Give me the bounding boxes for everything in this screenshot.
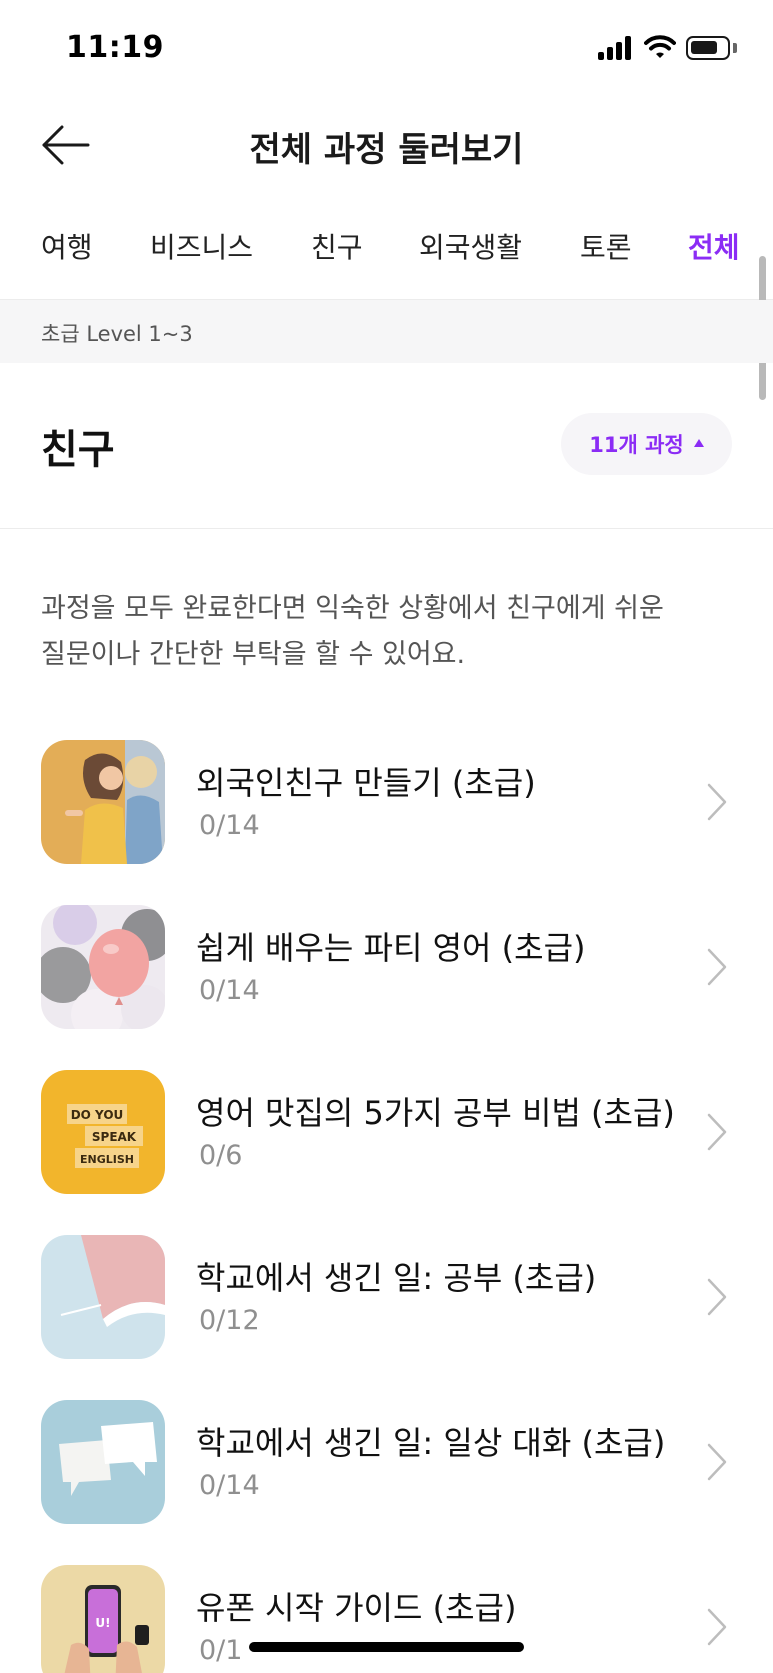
course-item[interactable]: 학교에서 생긴 일: 공부 (초급) 0/12 [0,1235,773,1359]
category-tabs: 여행 비즈니스 친구 외국생활 토론 전체 [0,220,773,300]
tab-travel[interactable]: 여행 [41,226,93,266]
course-progress: 0/12 [199,1305,260,1336]
tab-debate[interactable]: 토론 [580,226,632,266]
battery-tip [733,43,737,53]
course-thumbnail [41,740,165,864]
tab-friends[interactable]: 친구 [311,226,363,266]
course-progress: 0/14 [199,1470,260,1501]
notebook-photo [41,1235,165,1359]
section-title: 친구 [41,427,115,473]
level-label: 초급 Level 1~3 [41,322,193,346]
level-band: 초급 Level 1~3 [0,300,773,363]
thumb-text: SPEAK [92,1130,137,1144]
description-line: 질문이나 간단한 부탁을 할 수 있어요. [41,639,466,670]
thumb-text: DO YOU [71,1108,124,1122]
speech-bubbles-photo [41,1400,165,1524]
course-progress: 0/6 [199,1140,243,1171]
wifi-icon [644,35,676,58]
course-item[interactable]: 쉽게 배우는 파티 영어 (초급) 0/14 [0,905,773,1029]
description-line: 과정을 모두 완료한다면 익숙한 상황에서 친구에게 쉬운 [41,593,664,624]
course-item[interactable]: U! 유폰 시작 가이드 (초급) 0/1 [0,1565,773,1673]
course-item[interactable]: DO YOU SPEAK ENGLISH 영어 맛집의 5가지 공부 비법 (초… [0,1070,773,1194]
chevron-right-icon [707,1278,727,1316]
section-description: 과정을 모두 완료한다면 익숙한 상황에서 친구에게 쉬운 질문이나 간단한 부… [41,586,741,678]
course-thumbnail: U! [41,1565,165,1673]
section-header: 친구 11개 과정 [0,363,773,529]
course-title: 영어 맛집의 5가지 공부 비법 (초급) [196,1094,675,1132]
course-count-label: 11개 과정 [589,433,684,457]
course-title: 쉽게 배우는 파티 영어 (초급) [196,929,586,967]
course-item[interactable]: 학교에서 생긴 일: 일상 대화 (초급) 0/14 [0,1400,773,1524]
course-progress: 0/14 [199,810,260,841]
course-thumbnail: DO YOU SPEAK ENGLISH [41,1070,165,1194]
chevron-right-icon [707,1113,727,1151]
course-title: 학교에서 생긴 일: 일상 대화 (초급) [196,1424,666,1462]
course-title: 유폰 시작 가이드 (초급) [196,1589,517,1627]
chevron-right-icon [707,1608,727,1646]
chevron-right-icon [707,948,727,986]
course-title: 외국인친구 만들기 (초급) [196,764,536,802]
header: 전체 과정 둘러보기 [0,100,773,190]
home-indicator[interactable] [249,1642,524,1652]
thumb-text: U! [95,1616,110,1630]
tab-all[interactable]: 전체 [688,226,740,266]
page-title: 전체 과정 둘러보기 [249,130,524,170]
signal-icon [598,36,634,60]
caret-up-icon [693,439,704,447]
phone-in-hands-photo: U! [41,1565,165,1673]
course-title: 학교에서 생긴 일: 공부 (초급) [196,1259,597,1297]
course-progress: 0/1 [199,1635,243,1666]
tab-business[interactable]: 비즈니스 [150,226,253,266]
balloons-photo [41,905,165,1029]
do-you-speak-english-blocks: DO YOU SPEAK ENGLISH [41,1070,165,1194]
course-count-toggle[interactable]: 11개 과정 [561,413,732,475]
course-progress: 0/14 [199,975,260,1006]
status-time: 11:19 [66,30,164,65]
tab-living-abroad[interactable]: 외국생활 [419,226,522,266]
chevron-right-icon [707,783,727,821]
course-item[interactable]: 외국인친구 만들기 (초급) 0/14 [0,740,773,864]
battery-icon [686,36,730,60]
course-thumbnail [41,905,165,1029]
course-thumbnail [41,1235,165,1359]
friends-photo [41,740,165,864]
course-thumbnail [41,1400,165,1524]
chevron-right-icon [707,1443,727,1481]
thumb-text: ENGLISH [80,1153,134,1166]
status-bar: 11:19 [0,0,773,100]
